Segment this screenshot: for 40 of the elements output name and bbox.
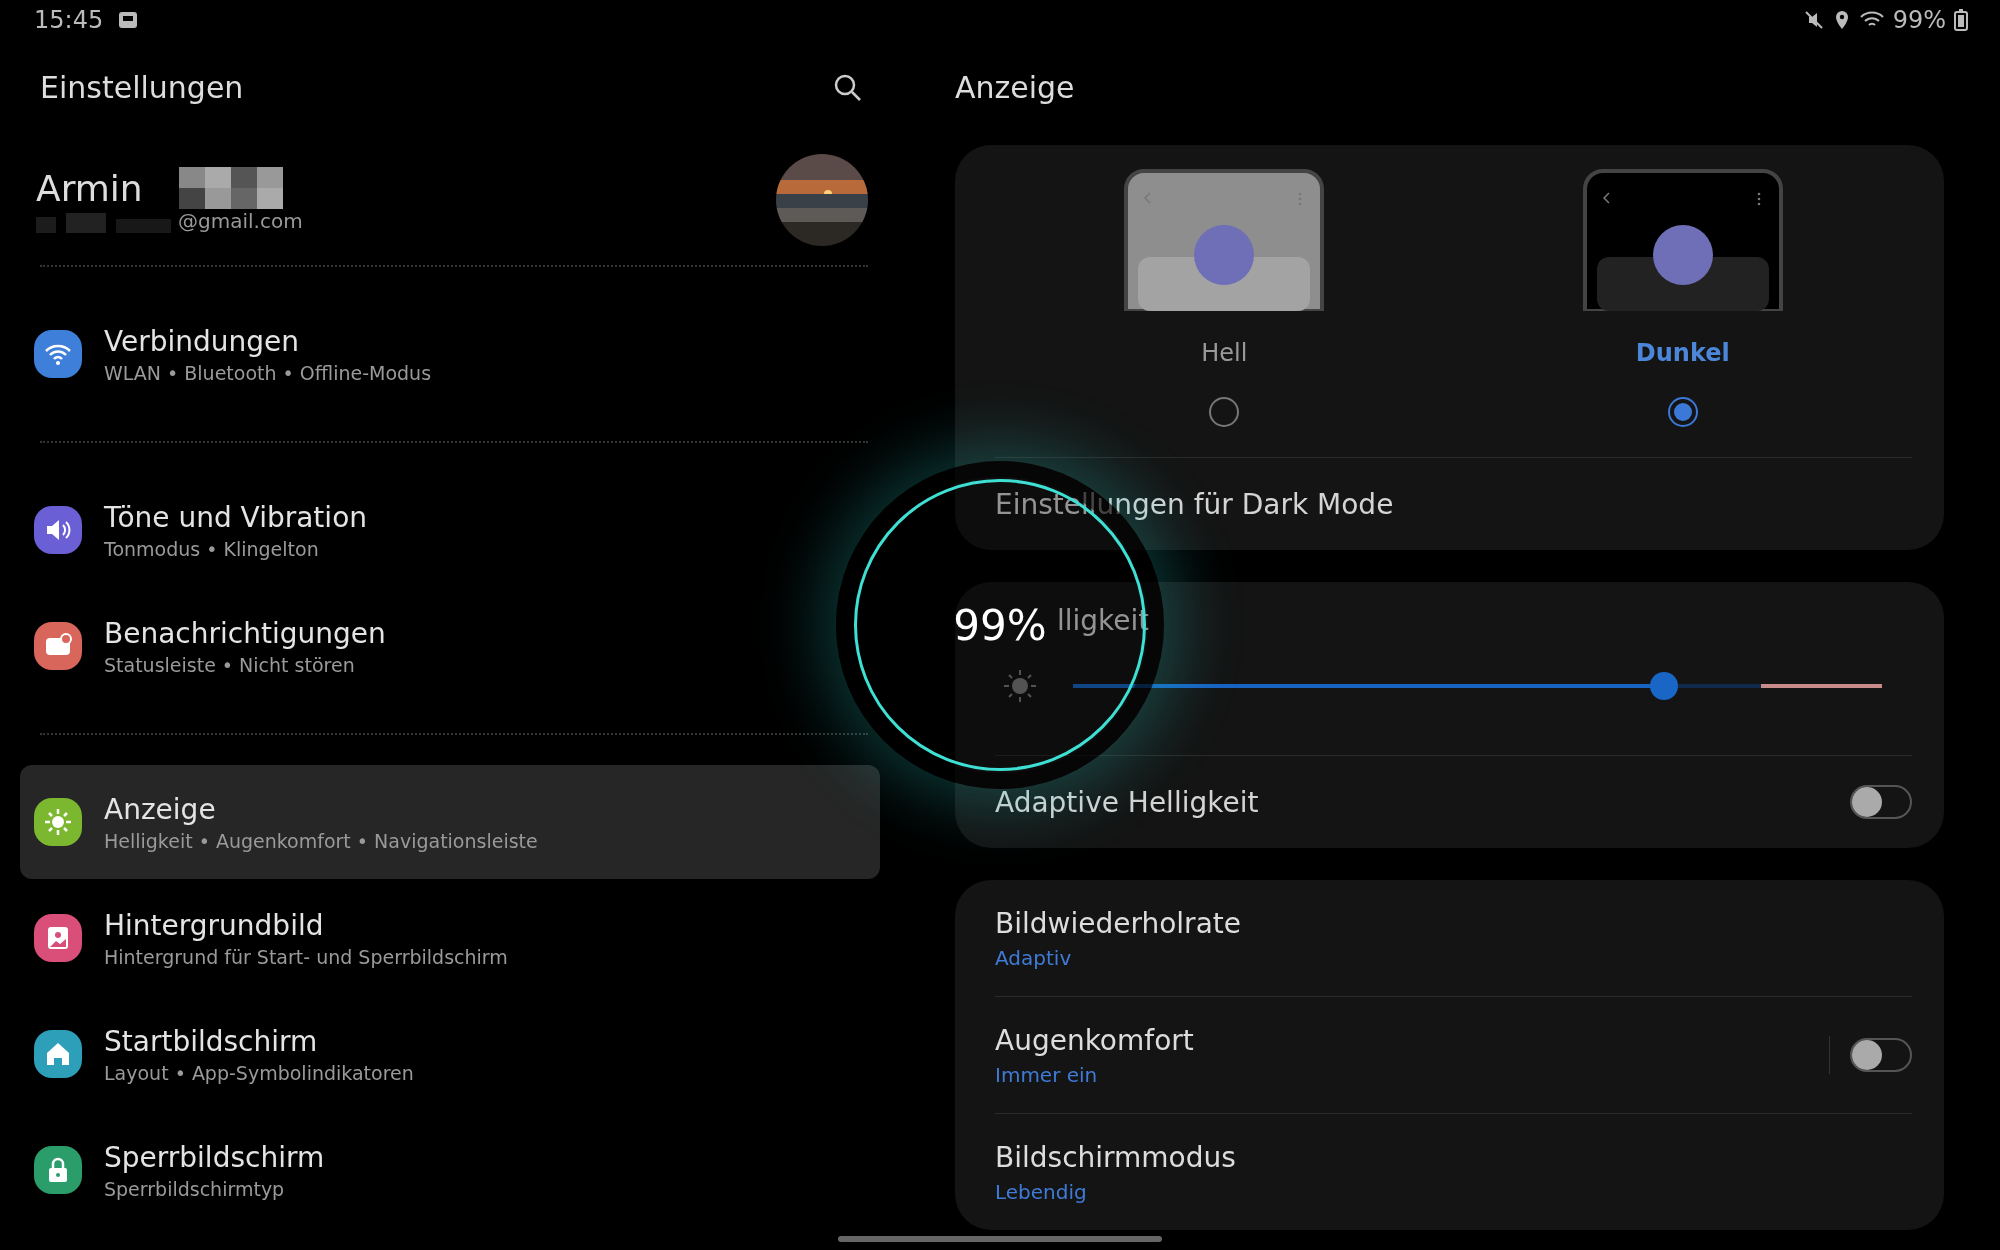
page-title: Anzeige: [955, 70, 1075, 105]
settings-item[interactable]: Anzeige Helligkeit • Augenkomfort • Navigationsleiste: [20, 765, 880, 879]
radio-button[interactable]: [1209, 397, 1240, 427]
settings-title: Einstellungen: [40, 70, 244, 105]
option-value: Lebendig: [995, 1179, 1088, 1204]
speaker-icon: [34, 506, 82, 554]
option-title[interactable]: Bildschirmmodus: [995, 1140, 1912, 1174]
toggle-switch[interactable]: [1850, 785, 1912, 819]
profile-name: Armin: [36, 167, 143, 209]
battery-level: 99%: [1892, 6, 1946, 34]
theme-preview-drawing[interactable]: [1582, 169, 1783, 311]
wifi-icon: [34, 330, 82, 378]
brightness-slider[interactable]: [1073, 672, 1882, 700]
battery-icon: [1954, 9, 1968, 31]
option-value: Adaptiv: [995, 945, 1073, 970]
settings-item[interactable]: Sperrbildschirm Sperrbildschirmtyp: [20, 1113, 880, 1227]
status-time: 15:45: [34, 6, 104, 34]
profile-email: @gmail.com: [178, 209, 303, 233]
sun-icon: [34, 798, 82, 846]
settings-item[interactable]: Hintergrundbild Hintergrund für Start- und Sperrbildschirm: [20, 881, 880, 995]
settings-item[interactable]: Verbindungen WLAN • Bluetooth • Offline-Modus: [20, 297, 880, 411]
lock-icon: [34, 1146, 82, 1194]
theme-label: Dunkel: [1635, 339, 1730, 367]
settings-item[interactable]: Startbildschirm Layout • App-Symbolindikatoren: [20, 997, 880, 1111]
option-title[interactable]: Bildwiederholrate: [995, 906, 1912, 940]
mute-icon: [1802, 9, 1825, 31]
settings-item[interactable]: Benachrichtigungen Statusleiste • Nicht stören: [20, 589, 880, 703]
settings-item[interactable]: Töne und Vibration Tonmodus • Klingelton: [20, 473, 880, 587]
theme-preview-drawing[interactable]: [1124, 169, 1325, 311]
option-value: Immer ein: [995, 1062, 1099, 1087]
image-icon: [34, 914, 82, 962]
notification-icon: [117, 10, 140, 30]
sun-icon: [1001, 667, 1039, 705]
option-title[interactable]: Augenkomfort: [995, 1023, 1829, 1057]
toggle-switch[interactable]: [1850, 1038, 1912, 1072]
volume-reading: 99%: [953, 600, 1047, 650]
radio-button[interactable]: [1667, 397, 1698, 427]
theme-label: Hell: [1201, 339, 1248, 367]
home-icon: [34, 1030, 82, 1078]
adaptive-brightness-label: Adaptive Helligkeit: [995, 785, 1259, 819]
